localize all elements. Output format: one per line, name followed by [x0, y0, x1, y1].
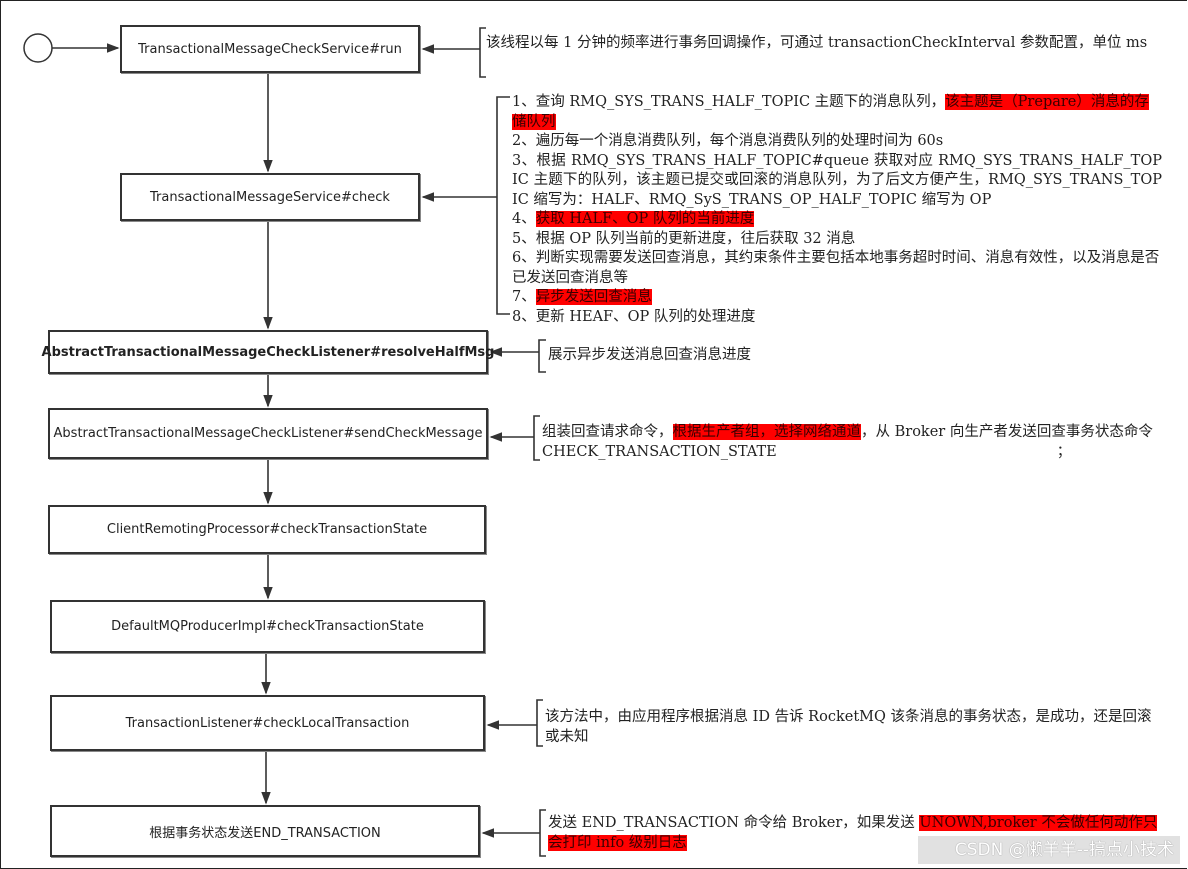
box-producer-check-transaction-state: DefaultMQProducerImpl#checkTransactionSt… — [50, 600, 485, 653]
box-check-service-run: TransactionalMessageCheckService#run — [120, 25, 420, 73]
note-check: 1、查询 RMQ_SYS_TRANS_HALF_TOPIC 主题下的消息队列，该… — [512, 93, 1162, 327]
highlight: 获取 HALF、OP 队列的当前进度 — [535, 211, 755, 227]
note-check-item-3: 3、根据 RMQ_SYS_TRANS_HALF_TOPIC#queue 获取对应… — [512, 152, 1162, 208]
note-check-item-5: 5、根据 OP 队列当前的更新进度，往后获取 32 消息 — [512, 230, 856, 247]
item-text: 1、查询 RMQ_SYS_TRANS_HALF_TOPIC 主题下的消息队列， — [512, 94, 946, 110]
box-check-local-transaction: TransactionListener#checkLocalTransactio… — [50, 695, 485, 751]
note-send: 组装回查请求命令，根据生产者组，选择网络通道，从 Broker 向生产者发送回查… — [542, 423, 1167, 462]
box-end-transaction: 根据事务状态发送END_TRANSACTION — [50, 805, 480, 857]
box-resolve-half-msg: AbstractTransactionalMessageCheckListene… — [42, 330, 494, 374]
watermark: CSDN @懒羊羊--搞点小技术 — [918, 836, 1180, 864]
box-send-check-message: AbstractTransactionalMessageCheckListene… — [48, 408, 488, 459]
note-run: 该线程以每 1 分钟的频率进行事务回调操作，可通过 transactionChe… — [486, 35, 1148, 51]
item-text: 7、 — [512, 289, 536, 305]
note-resolve: 展示异步发送消息回查消息进度 — [548, 347, 751, 363]
start-node — [23, 33, 53, 63]
note-check-item-7: 7、异步发送回查消息 — [512, 288, 1162, 308]
note-check-item-6: 6、判断实现需要发送回查消息，其约束条件主要包括本地事务超时时间、消息有效性，以… — [512, 250, 1160, 286]
bracket-send — [533, 415, 540, 461]
bracket-resolve — [538, 339, 546, 373]
bracket-local — [536, 699, 543, 747]
highlight: 异步发送回查消息 — [535, 289, 652, 305]
note-check-item-8: 8、更新 HEAF、OP 队列的处理进度 — [512, 308, 756, 325]
note-check-item-4: 4、获取 HALF、OP 队列的当前进度 — [512, 210, 1162, 230]
note-check-item-1: 1、查询 RMQ_SYS_TRANS_HALF_TOPIC 主题下的消息队列，该… — [512, 93, 1162, 132]
note-check-item-2: 2、遍历每一个消息消费队列，每个消息消费队列的处理时间为 60s — [512, 133, 944, 149]
note-text: 发送 END_TRANSACTION 命令给 Broker，如果发送 — [548, 815, 920, 831]
highlight: 根据生产者组，选择网络通道 — [672, 424, 861, 440]
box-client-check-transaction-state: ClientRemotingProcessor#checkTransaction… — [48, 505, 486, 554]
note-text: 组装回查请求命令， — [542, 424, 673, 440]
bracket-check — [496, 96, 510, 315]
note-local: 该方法中，由应用程序根据消息 ID 告诉 RocketMQ 该条消息的事务状态，… — [545, 709, 1152, 745]
box-message-service-check: TransactionalMessageService#check — [120, 173, 420, 221]
note-text: ； — [1056, 443, 1072, 460]
bracket-end — [539, 809, 546, 857]
item-text: 4、 — [512, 211, 536, 227]
